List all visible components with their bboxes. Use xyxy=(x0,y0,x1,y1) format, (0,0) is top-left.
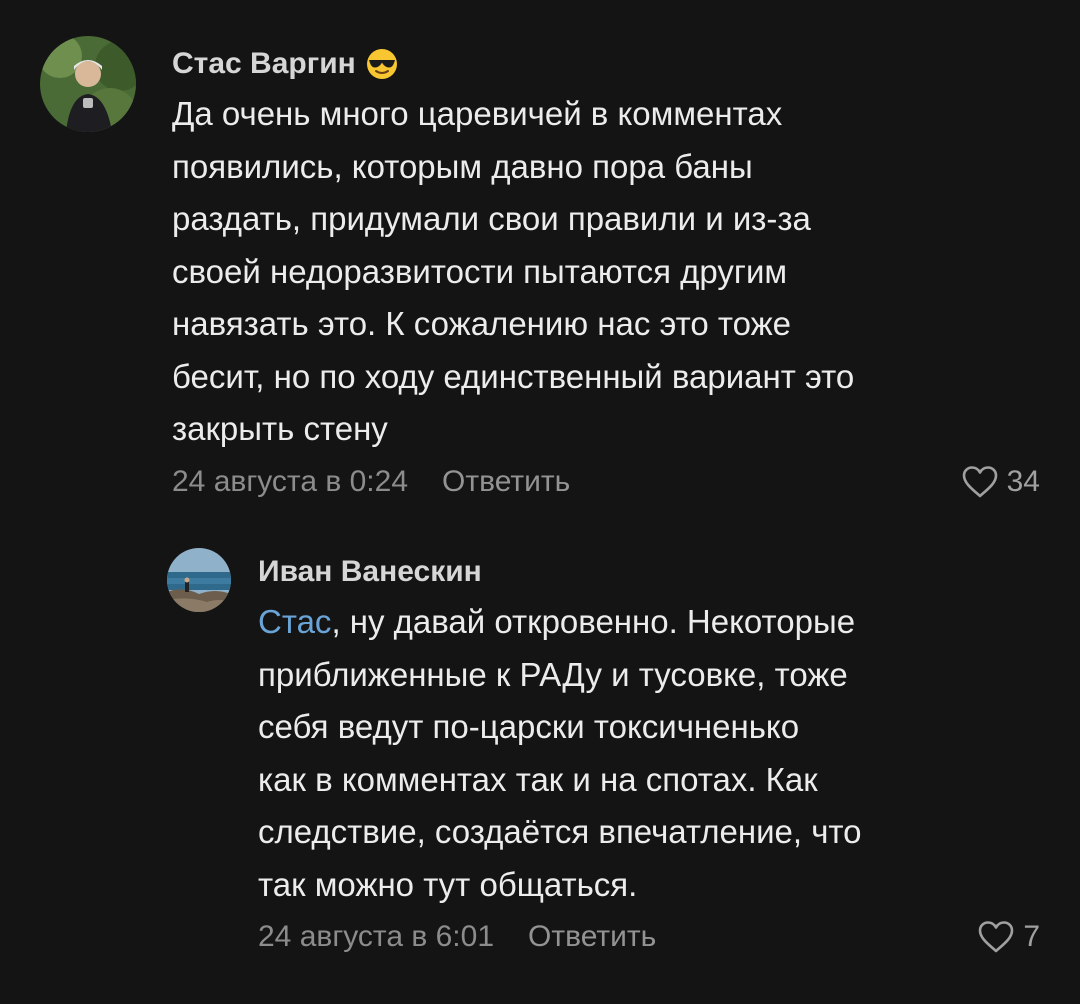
comment-date: 24 августа в 0:24 xyxy=(172,464,409,498)
text-line: своей недоразвитости пытаются другим xyxy=(172,252,788,290)
avatar-photo-icon xyxy=(167,548,231,612)
sunglasses-emoji-icon xyxy=(366,49,397,79)
avatar[interactable] xyxy=(40,36,136,132)
author-name-text[interactable]: Иван Ванескин xyxy=(258,554,482,590)
like-button[interactable]: 34 xyxy=(961,462,1040,502)
text-line: так можно тут общаться. xyxy=(258,865,638,903)
comment-text: Да очень много царевичей в комментах поя… xyxy=(172,88,1032,456)
reply-button[interactable]: Ответить xyxy=(442,465,570,499)
author-name[interactable]: Иван Ванескин xyxy=(258,554,1040,590)
text-line: бесит, но по ходу единственный вариант э… xyxy=(172,357,855,395)
like-count: 7 xyxy=(1023,920,1040,953)
comment: Стас Варгин Да очень много царевичей в к… xyxy=(40,36,1040,502)
text-fragment: , ну давай откровенно. Некоторые xyxy=(331,603,856,640)
text-line: закрыть стену xyxy=(172,410,388,447)
avatar[interactable] xyxy=(167,548,231,612)
text-line: следствие, создаётся впечатление, что xyxy=(258,813,862,850)
text-line: появились, которым давно пора баны xyxy=(172,147,753,185)
text-line: себя ведут по-царски токсичненько xyxy=(258,708,800,745)
like-count: 34 xyxy=(1006,464,1040,498)
text-line: раздать, придумали свои правили и из-за xyxy=(172,200,811,237)
text-line: навязать это. К сожалению нас это тоже xyxy=(172,305,792,342)
comment-meta: 24 августа в 6:01 Ответить 7 xyxy=(258,917,1040,957)
text-line: приближенные к РАДу и тусовке, тоже xyxy=(258,655,848,693)
comment-body: Стас Варгин Да очень много царевичей в к… xyxy=(172,36,1040,502)
comment-text: Стас, ну давай откровенно. Некоторые при… xyxy=(258,596,998,911)
text-line: Да очень много царевичей в комментах xyxy=(172,95,783,132)
text-line: как в комментах так и на спотах. Как xyxy=(258,760,818,798)
text-line: Стас, ну давай откровенно. Некоторые xyxy=(258,596,998,649)
mention-link[interactable]: Стас xyxy=(258,603,331,640)
comment-body: Иван Ванескин Стас, ну давай откровенно.… xyxy=(258,548,1040,957)
like-button[interactable]: 7 xyxy=(977,917,1040,957)
author-name-text[interactable]: Стас Варгин xyxy=(172,46,356,82)
reply-button[interactable]: Ответить xyxy=(528,920,656,954)
comment-date: 24 августа в 6:01 xyxy=(258,920,495,953)
heart-icon xyxy=(962,465,997,497)
comment-meta: 24 августа в 0:24 Ответить 34 xyxy=(172,462,1040,502)
heart-icon xyxy=(979,921,1014,953)
author-name[interactable]: Стас Варгин xyxy=(172,46,1040,82)
avatar-photo-icon xyxy=(40,36,136,132)
reply-comment: Иван Ванескин Стас, ну давай откровенно.… xyxy=(167,548,1040,957)
